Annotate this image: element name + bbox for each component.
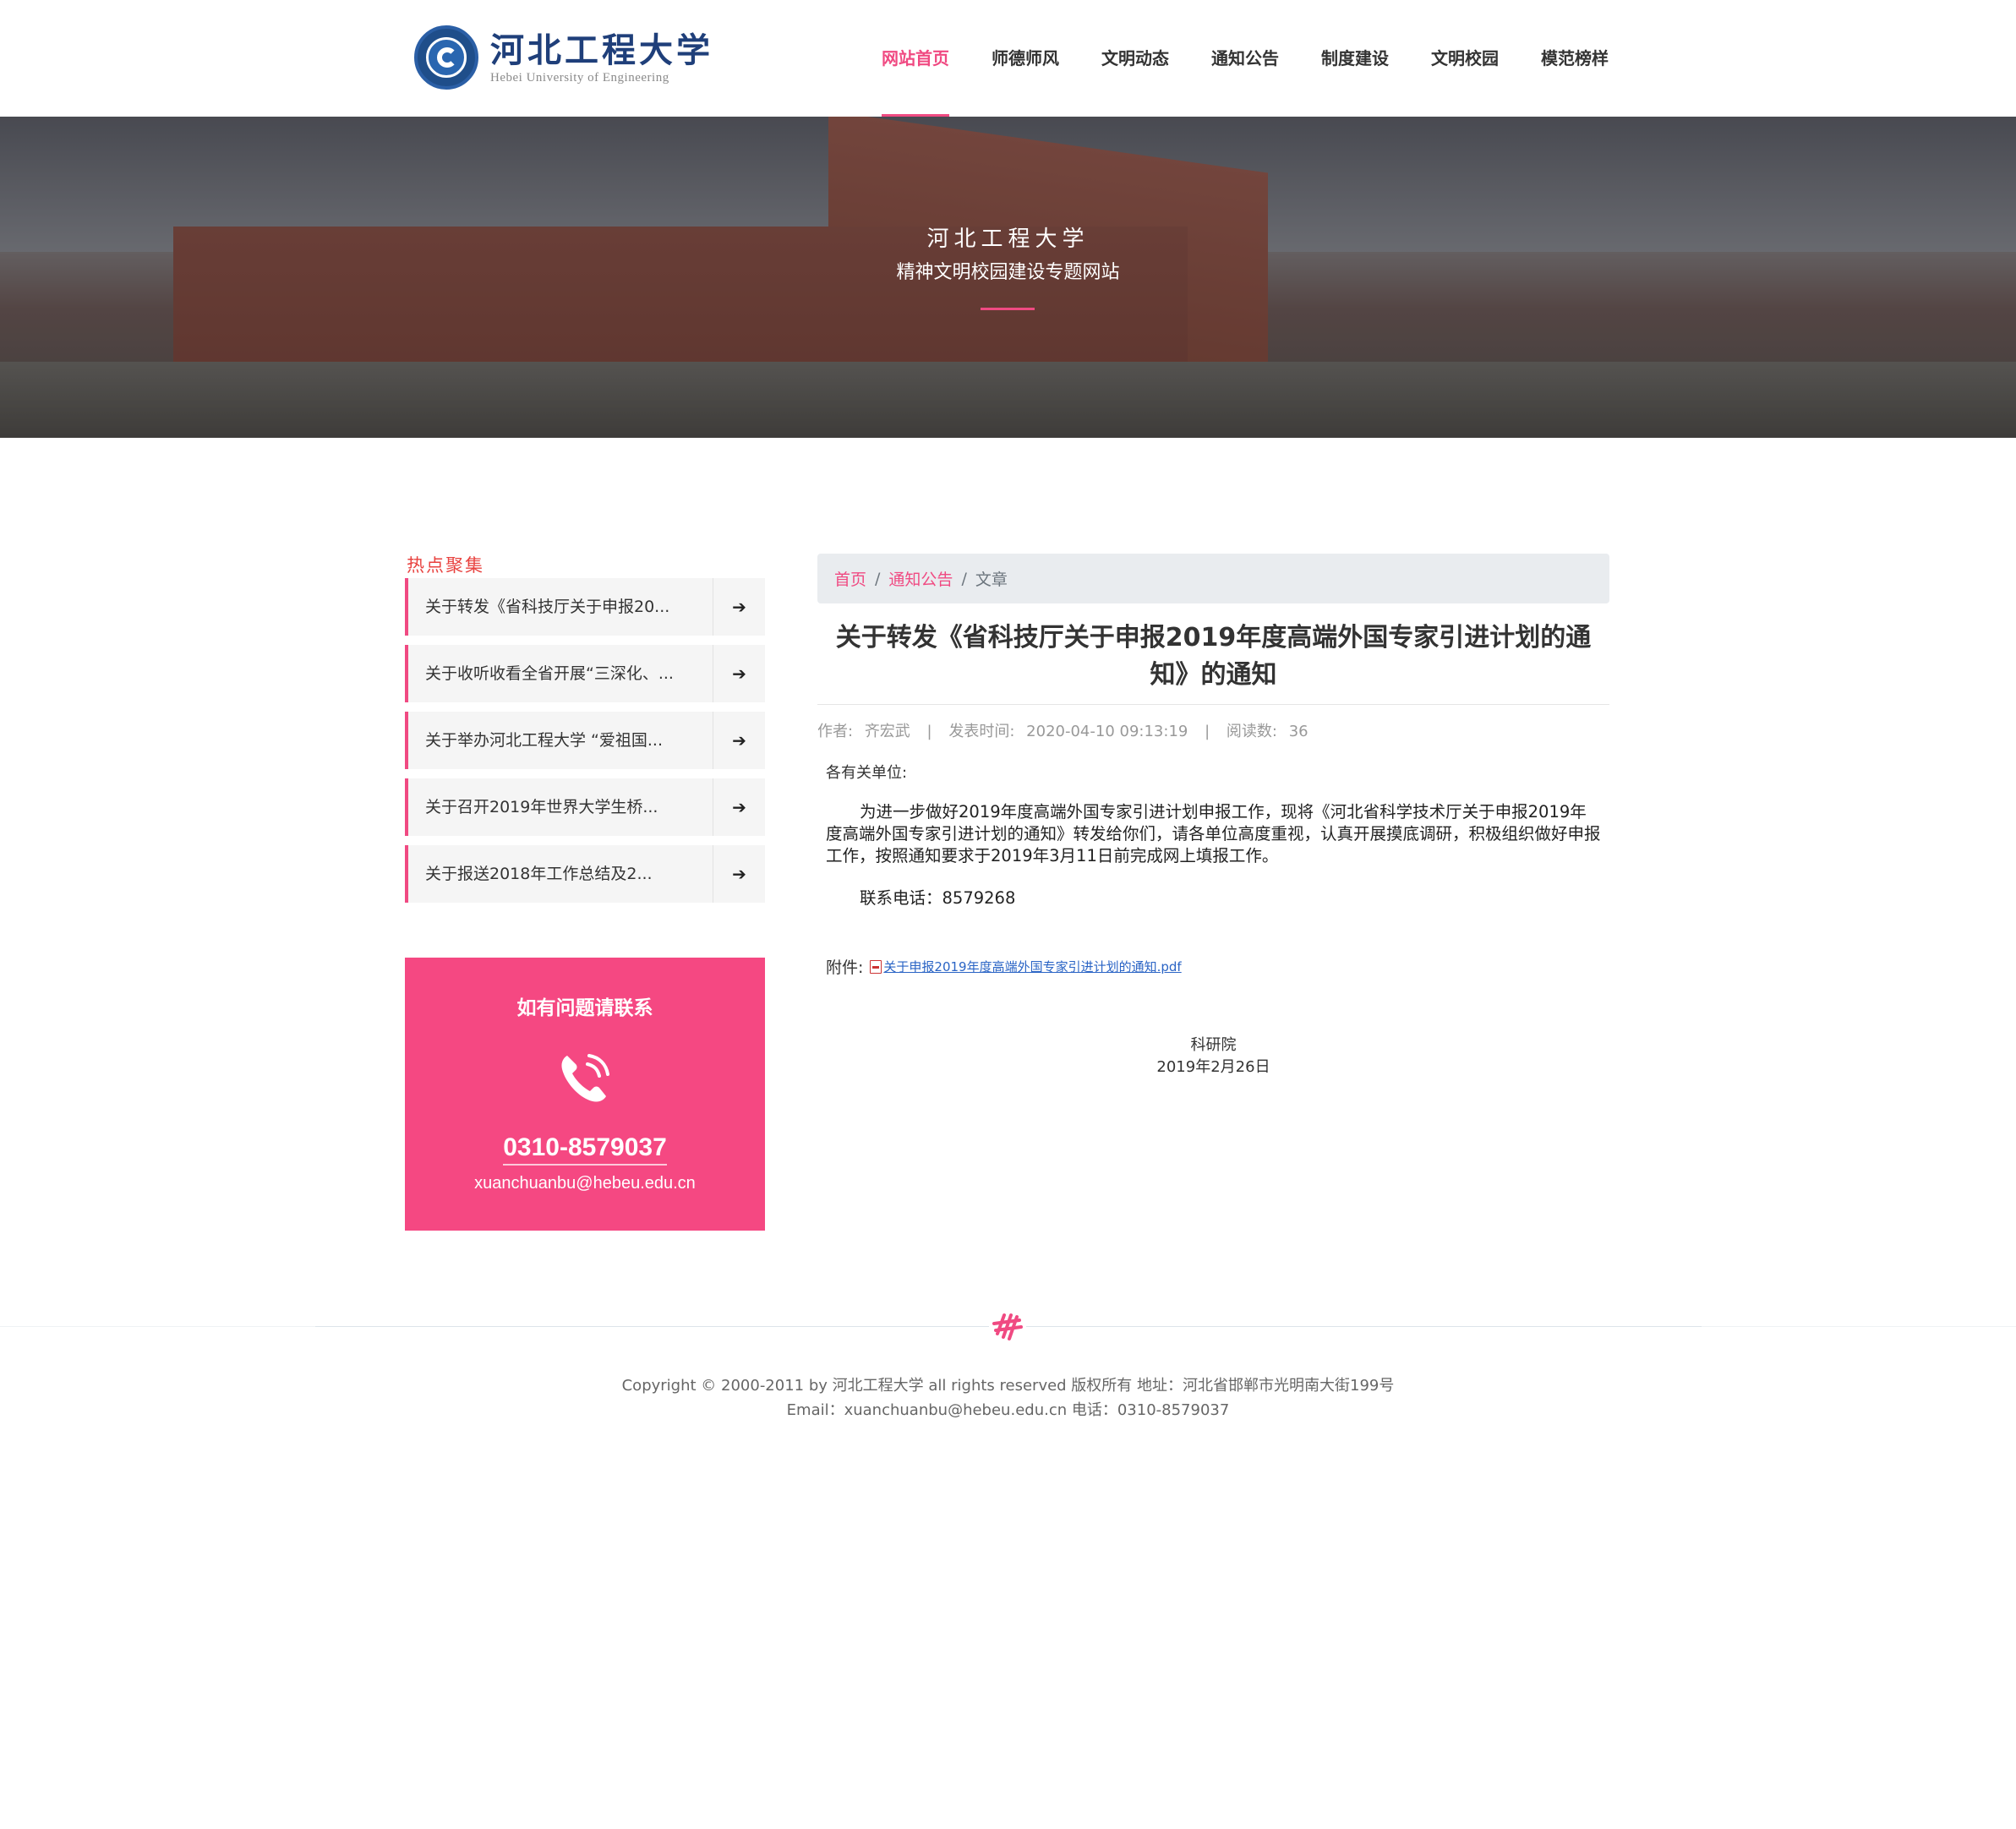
banner-title: 河北工程大学 [926,227,1090,252]
arrow-right-icon: ➔ [713,712,765,769]
author-label: 作者: [817,723,854,740]
hot-topic-item[interactable]: 关于举办河北工程大学 “爱祖国... ➔ [405,712,765,769]
article-meta: 作者: 齐宏武 | 发表时间: 2020-04-10 09:13:19 | 阅读… [817,719,1308,741]
date-label: 发表时间: [948,723,1015,740]
nav-notices[interactable]: 通知公告 [1211,0,1279,117]
signature-org: 科研院 [1190,1036,1237,1054]
breadcrumb-home[interactable]: 首页 [834,567,866,590]
attachment-link[interactable]: 关于申报2019年度高端外国专家引进计划的通知.pdf [883,958,1181,975]
nav-role-models[interactable]: 模范榜样 [1541,0,1609,117]
arrow-right-icon: ➔ [713,778,765,836]
hot-topic-item[interactable]: 关于转发《省科技厅关于申报20... ➔ [405,578,765,636]
attachment-label: 附件: [826,958,864,977]
hot-topic-label: 关于收听收看全省开展“三深化、... [425,664,674,683]
pdf-icon [870,959,882,974]
hot-topic-label: 关于召开2019年世界大学生桥... [425,798,658,816]
breadcrumb-separator: / [875,569,881,588]
hot-topics-list: 关于转发《省科技厅关于申报20... ➔ 关于收听收看全省开展“三深化、... … [405,578,765,912]
contact-phone: 0310-8579037 [503,1133,667,1166]
nav-home[interactable]: 网站首页 [882,0,949,117]
author-name: 齐宏武 [864,723,910,740]
hero-banner: 河北工程大学 精神文明校园建设专题网站 [0,117,2016,438]
title-divider [817,704,1609,705]
hot-topic-item[interactable]: 关于收听收看全省开展“三深化、... ➔ [405,645,765,702]
banner-subtitle: 精神文明校园建设专题网站 [896,262,1120,283]
view-count: 36 [1288,723,1308,740]
publish-date: 2020-04-10 09:13:19 [1026,723,1188,740]
banner-accent-line [981,308,1035,310]
hot-topic-label: 关于转发《省科技厅关于申报20... [425,598,670,616]
logo-name-en: Hebei University of Engineering [490,70,669,85]
attachment-row: 附件: 关于申报2019年度高端外国专家引进计划的通知.pdf [826,955,1182,978]
hot-topic-label: 关于举办河北工程大学 “爱祖国... [425,731,664,750]
hot-topic-item[interactable]: 关于召开2019年世界大学生桥... ➔ [405,778,765,836]
nav-civilized-campus[interactable]: 文明校园 [1431,0,1499,117]
hot-topic-label: 关于报送2018年工作总结及2... [425,865,653,883]
hot-topics-title: 热点聚集 [407,555,484,576]
views-label: 阅读数: [1226,723,1277,740]
arrow-right-icon: ➔ [713,845,765,903]
footer-copyright: Copyright © 2000-2011 by 河北工程大学 all righ… [621,1377,1395,1395]
nav-regulations[interactable]: 制度建设 [1321,0,1389,117]
body-paragraph: 为进一步做好2019年度高端外国专家引进计划申报工作，现将《河北省科学技术厅关于… [826,802,1601,865]
nav-teacher-ethics[interactable]: 师德师风 [992,0,1059,117]
article-body: 各有关单位: 为进一步做好2019年度高端外国专家引进计划申报工作，现将《河北省… [826,761,1602,909]
breadcrumb-separator: / [961,569,967,588]
university-seal-icon [414,25,478,90]
contact-email[interactable]: xuanchuanbu@hebeu.edu.cn [405,1174,765,1193]
breadcrumb-section[interactable]: 通知公告 [888,567,953,590]
site-logo[interactable]: 河北工程大学 Hebei University of Engineering [414,24,713,91]
arrow-right-icon: ➔ [713,578,765,636]
contact-box: 如有问题请联系 0310-8579037 xuanchuanbu@hebeu.e… [405,958,765,1231]
contact-tel: 联系电话：8579268 [860,888,1016,908]
greeting: 各有关单位: [826,764,908,782]
logo-name-cn: 河北工程大学 [490,30,713,70]
meta-divider: | [1205,723,1210,740]
main-nav: 网站首页 师德师风 文明动态 通知公告 制度建设 文明校园 模范榜样 [839,0,1609,117]
nav-civilization-news[interactable]: 文明动态 [1101,0,1169,117]
article-title: 关于转发《省科技厅关于申报2019年度高端外国专家引进计划的通知》的通知 [835,623,1592,690]
arrow-right-icon: ➔ [713,645,765,702]
hot-topic-item[interactable]: 关于报送2018年工作总结及2... ➔ [405,845,765,903]
phone-icon [555,1049,615,1108]
contact-heading: 如有问题请联系 [516,997,653,1019]
meta-divider: | [926,723,932,740]
footer-contact: Email：xuanchuanbu@hebeu.edu.cn 电话：0310-8… [786,1401,1230,1419]
footer-ornament-icon [989,1308,1026,1344]
site-header: 河北工程大学 Hebei University of Engineering 网… [0,0,2016,117]
signature-date: 2019年2月26日 [1156,1058,1270,1076]
breadcrumb: 首页 / 通知公告 / 文章 [817,554,1609,603]
breadcrumb-current: 文章 [975,571,1008,589]
